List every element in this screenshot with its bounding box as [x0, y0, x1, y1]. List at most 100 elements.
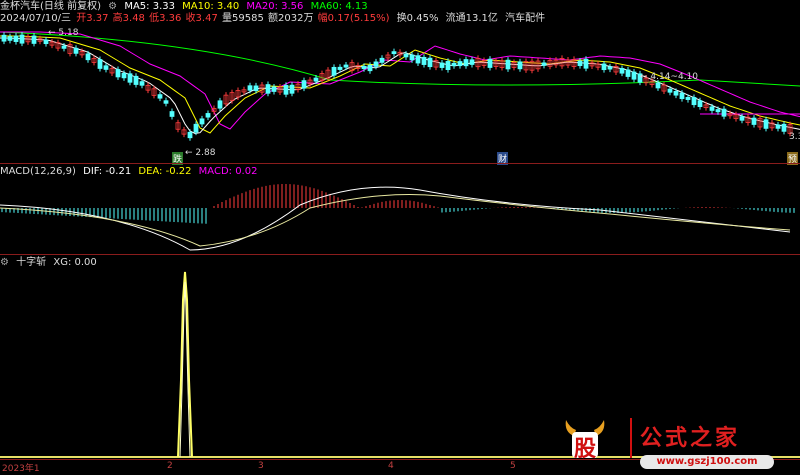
candle-body	[31, 35, 37, 44]
candle-body	[421, 56, 427, 65]
watermark-site-name: 公式之家	[640, 425, 741, 451]
candle-body	[247, 85, 253, 91]
candle-body	[193, 123, 199, 133]
macd-value-label: MACD: 0.02	[198, 166, 258, 177]
turnover-label: 换0.45%	[396, 13, 439, 24]
macd-title[interactable]: MACD(12,26,9)	[0, 166, 76, 177]
candle-body	[601, 63, 607, 71]
indicator-title[interactable]: 十字斩	[16, 257, 46, 268]
candle-body	[283, 84, 289, 95]
xg-label: XG: 0.00	[53, 257, 97, 268]
candle-body	[133, 75, 139, 85]
dea-line	[0, 194, 791, 247]
candle-body	[685, 96, 691, 100]
ma60-label: MA60: 4.13	[310, 1, 368, 12]
candle-body	[409, 54, 415, 61]
candle-body	[751, 117, 757, 125]
candle-body	[187, 131, 193, 139]
dea-label: DEA: -0.22	[138, 166, 192, 177]
candle-body	[361, 65, 367, 70]
mid-price-marker: ← 4.14~4.10	[640, 72, 699, 82]
ma5-label: MA5: 3.33	[124, 1, 175, 12]
dif-label: DIF: -0.21	[83, 166, 132, 177]
x-axis-label: 2	[167, 461, 173, 471]
candle-body	[775, 124, 781, 129]
logo-glyph: 股	[574, 437, 597, 462]
x-axis-label: 5	[510, 461, 516, 471]
ma20-label: MA20: 3.56	[246, 1, 304, 12]
candle-body	[13, 35, 19, 42]
candle-body	[457, 61, 463, 67]
candle-body	[61, 45, 67, 49]
open-label: 开3.37	[76, 13, 109, 24]
candle-body	[715, 109, 721, 113]
change-label: 幅0.17(5.15%)	[317, 13, 390, 24]
candle-body	[313, 77, 319, 82]
candle-body	[763, 119, 769, 129]
candle-body	[85, 53, 91, 61]
candle-body	[1, 34, 7, 42]
candle-body	[127, 73, 133, 83]
candle-body	[43, 39, 49, 45]
candle-body	[103, 65, 109, 70]
ma10-label: MA10: 3.40	[182, 1, 240, 12]
settings-icon[interactable]: ⚙	[108, 1, 117, 12]
candle-body	[667, 88, 673, 93]
float-cap-label: 流通13.1亿	[445, 13, 498, 24]
candle-body	[631, 71, 637, 80]
candle-body	[73, 47, 79, 54]
watermark-url: www.gszj100.com	[656, 456, 758, 467]
candle-body	[121, 72, 127, 79]
candle-body	[301, 80, 307, 89]
candle-body	[157, 94, 163, 99]
watermark-url-pill: www.gszj100.com	[640, 455, 774, 469]
candle-body	[265, 84, 271, 94]
xg-spike	[177, 271, 193, 458]
candle-body	[205, 113, 211, 118]
pane-divider-1	[0, 163, 800, 164]
candle-body	[517, 61, 523, 70]
x-axis-label: 2023年1	[2, 464, 40, 474]
macd-header: MACD(12,26,9) DIF: -0.21 DEA: -0.22 MACD…	[0, 166, 261, 178]
candle-body	[289, 84, 295, 94]
candle-body	[691, 97, 697, 106]
candle-body	[451, 62, 457, 67]
candle-body	[373, 61, 379, 67]
candle-body	[253, 85, 259, 92]
x-axis-label: 4	[388, 461, 394, 471]
volume-label: 量59585	[222, 13, 264, 24]
x-axis-label: 3	[258, 461, 264, 471]
macd-pane	[0, 184, 795, 251]
candle-body	[403, 53, 409, 58]
candle-body	[697, 100, 703, 108]
candle-body	[139, 81, 145, 86]
candle-body	[7, 36, 13, 41]
candle-body	[343, 64, 349, 68]
settings-icon-indicator[interactable]: ⚙	[0, 257, 9, 268]
pane-divider-2	[0, 254, 800, 255]
candle-body	[331, 66, 337, 76]
stock-title[interactable]: 金杯汽车(日线 前复权)	[0, 1, 101, 12]
candle-body	[709, 106, 715, 111]
candle-body	[505, 59, 511, 70]
candle-body	[97, 59, 103, 69]
watermark-logo: 股	[562, 418, 608, 462]
candle-body	[541, 62, 547, 66]
candle-body	[619, 68, 625, 74]
candle-body	[463, 59, 469, 67]
candle-body	[169, 111, 175, 117]
right-price-marker: 3.3	[789, 132, 800, 142]
high-price-marker: ← 5.18	[48, 28, 79, 38]
candle-body	[673, 90, 679, 96]
sector-label[interactable]: 汽车配件	[505, 13, 545, 24]
indicator-header: ⚙ 十字斩 XG: 0.00	[0, 257, 101, 269]
price-pane	[0, 31, 800, 141]
candle-body	[337, 66, 343, 70]
candle-body	[439, 62, 445, 68]
date-label: 2024/07/10/三	[0, 13, 72, 24]
header-row-1: 金杯汽车(日线 前复权) ⚙ MA5: 3.33 MA10: 3.40 MA20…	[0, 1, 372, 13]
high-label: 高3.48	[112, 13, 145, 24]
header-row-2: 2024/07/10/三 开3.37 高3.48 低3.36 收3.47 量59…	[0, 13, 549, 25]
candle-body	[583, 58, 589, 69]
candle-body	[163, 100, 169, 104]
